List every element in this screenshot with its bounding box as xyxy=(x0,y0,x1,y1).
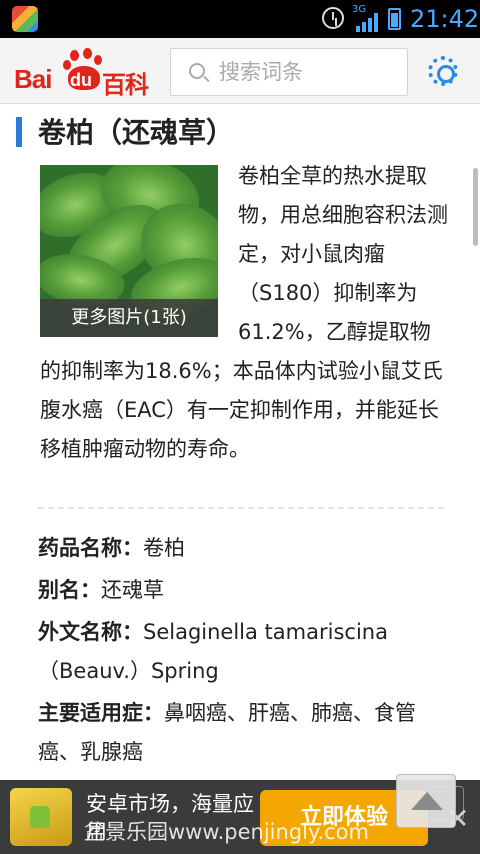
info-row-drug-name: 药品名称：卷柏 xyxy=(38,529,450,568)
logo-du-text: du xyxy=(70,70,92,90)
info-label: 别名： xyxy=(38,578,101,602)
page-title: 卷柏（还魂草） xyxy=(38,116,235,149)
info-label: 主要适用症： xyxy=(38,701,164,725)
gear-icon[interactable] xyxy=(428,56,458,86)
logo-bai-text: Bai xyxy=(14,64,52,94)
logo-baike-text: 百科 xyxy=(102,71,149,99)
battery-icon xyxy=(388,8,401,30)
header: Bai du 百科 xyxy=(0,38,480,104)
search-input[interactable] xyxy=(219,49,399,95)
info-row-alias: 别名：还魂草 xyxy=(38,571,450,610)
alarm-icon xyxy=(322,7,344,29)
baidu-baike-logo[interactable]: Bai du 百科 xyxy=(14,48,156,99)
info-list: 药品名称：卷柏 别名：还魂草 外文名称：Selaginella tamarisc… xyxy=(38,529,450,775)
info-row-indications: 主要适用症：鼻咽癌、肝癌、肺癌、食管癌、乳腺癌 xyxy=(38,694,450,772)
article-content: 卷柏（还魂草） 卷柏全草的热水提取物，用总细胞容积法测定，对小鼠肉瘤（S180）… xyxy=(0,105,480,780)
status-bar: 3G 21:42 xyxy=(0,0,480,38)
search-box[interactable] xyxy=(170,48,408,96)
divider xyxy=(38,507,444,509)
info-row-foreign-name: 外文名称：Selaginella tamariscina（Beauv.）Spri… xyxy=(38,613,450,691)
watermark: 盆景乐园www.penjingly.com xyxy=(84,820,369,844)
more-images-link[interactable]: 更多图片(1张) xyxy=(40,299,218,337)
plant-image[interactable]: 更多图片(1张) xyxy=(40,165,218,337)
info-label: 外文名称： xyxy=(38,620,143,644)
info-label: 药品名称： xyxy=(38,536,143,560)
info-value: 卷柏 xyxy=(143,536,185,560)
info-value: 还魂草 xyxy=(101,578,164,602)
signal-icon xyxy=(356,12,378,32)
title-accent-bar xyxy=(16,117,22,147)
search-icon[interactable] xyxy=(189,63,205,79)
android-market-icon xyxy=(10,788,72,846)
clock: 21:42 xyxy=(410,5,480,33)
scrollbar[interactable] xyxy=(473,168,478,246)
app-icon xyxy=(12,6,38,32)
scroll-to-top-button[interactable] xyxy=(396,774,456,828)
